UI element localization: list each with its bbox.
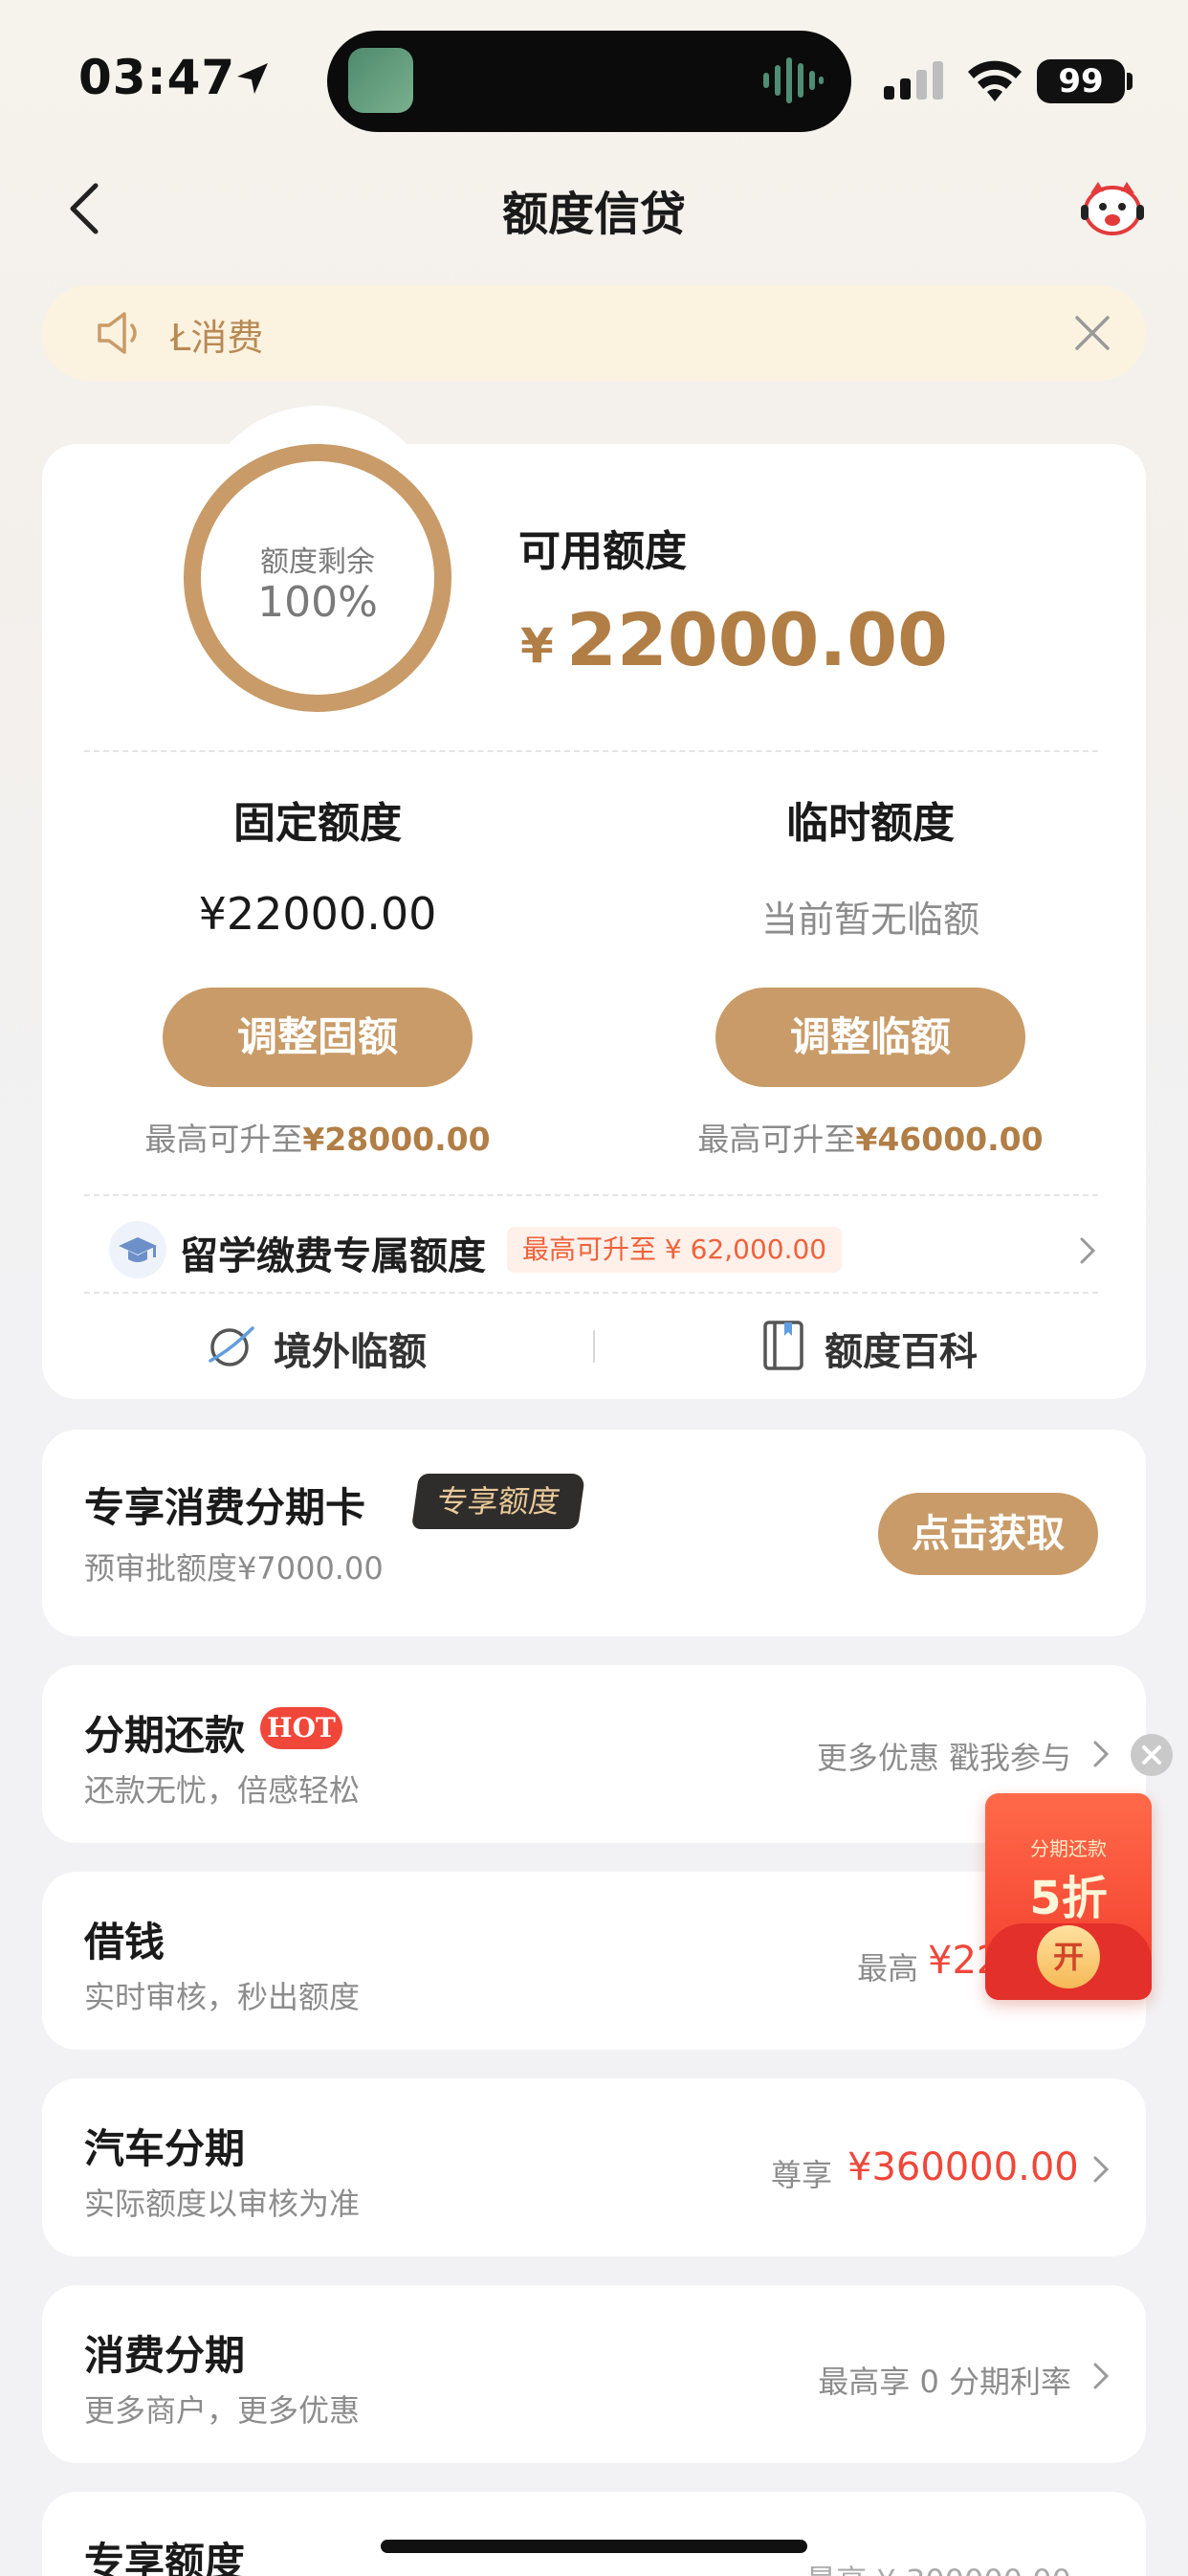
service-title: 分期还款 — [84, 1712, 246, 1759]
chevron-right-icon[interactable] — [1090, 2153, 1111, 2186]
study-credit-badge: 最高可升至 ¥ 62,000.00 — [507, 1227, 843, 1273]
notice-text: Ł消费 — [170, 317, 264, 359]
close-icon[interactable] — [1073, 314, 1111, 352]
ring-value: 100% — [257, 578, 378, 627]
chevron-right-icon[interactable] — [1077, 1234, 1098, 1267]
promo-main-text: 5折 — [1029, 1872, 1108, 1925]
service-sub: 更多商户，更多优惠 — [84, 2392, 361, 2429]
service-right-text: 尊享 — [770, 2157, 832, 2193]
service-title: 消费分期 — [84, 2332, 246, 2379]
chevron-right-icon[interactable] — [1090, 1738, 1111, 1770]
divider — [84, 1194, 1098, 1196]
adjust-temp-button[interactable]: 调整临额 — [715, 988, 1025, 1087]
page-title: 额度信贷 — [501, 188, 686, 241]
promo-close-button[interactable] — [1131, 1734, 1173, 1776]
chevron-right-icon[interactable] — [1090, 2360, 1111, 2392]
service-sub: 还款无忧，倍感轻松 — [84, 1772, 361, 1809]
wifi-icon — [968, 60, 1022, 101]
service-right-amount: ¥360000.00 — [847, 2145, 1079, 2189]
audio-wave-icon — [763, 57, 824, 103]
adjust-fixed-button[interactable]: 调整固额 — [163, 988, 473, 1087]
credit-wiki-link[interactable]: 额度百科 — [825, 1321, 978, 1376]
divider — [84, 750, 1098, 752]
available-credit-amount: 22000.00 — [566, 597, 949, 682]
graduation-cap-icon — [109, 1221, 166, 1278]
mascot-service-icon[interactable] — [1079, 178, 1146, 237]
temp-credit-value: 当前暂无临额 — [760, 899, 979, 941]
speaker-icon — [98, 312, 137, 354]
fixed-credit-title: 固定额度 — [233, 799, 402, 848]
battery-level: 99 — [1037, 59, 1125, 103]
planet-icon[interactable] — [205, 1321, 258, 1372]
fixed-credit-value: ¥22000.00 — [198, 888, 437, 940]
temp-limit-note: 最高可升至¥46000.00 — [697, 1121, 1044, 1158]
service-title: 汽车分期 — [84, 2125, 246, 2172]
get-card-button[interactable]: 点击获取 — [878, 1493, 1098, 1575]
cellular-signal-icon — [884, 61, 943, 100]
temp-credit-title: 临时额度 — [786, 799, 955, 848]
book-icon[interactable] — [759, 1319, 807, 1372]
service-right-text: 最高 ¥ 300000.00 — [727, 2557, 1071, 2576]
location-arrow-icon — [237, 63, 268, 94]
exclusive-card-title: 专享消费分期卡 — [84, 1484, 366, 1531]
available-credit-currency: ¥ — [520, 618, 554, 674]
hot-badge: HOT — [260, 1707, 342, 1749]
promo-top-text: 分期还款 — [1030, 1837, 1107, 1860]
service-right-text: 更多优惠 戳我参与 — [816, 1740, 1071, 1776]
service-sub: 实际额度以审核为准 — [84, 2186, 361, 2222]
exclusive-credit-badge: 专享额度 — [410, 1474, 586, 1529]
fixed-limit-note: 最高可升至¥28000.00 — [144, 1121, 491, 1158]
service-right-text: 最高享 0 分期利率 — [818, 2364, 1071, 2400]
exclusive-card-sub: 预审批额度¥7000.00 — [84, 1550, 384, 1587]
battery-cap — [1127, 73, 1133, 90]
service-title: 专享额度 — [84, 2539, 246, 2576]
divider — [593, 1330, 595, 1363]
overseas-temp-credit-link[interactable]: 境外临额 — [274, 1321, 427, 1376]
home-indicator[interactable] — [381, 2540, 807, 2553]
available-credit-label: 可用额度 — [518, 527, 687, 576]
promo-open-button[interactable]: 开 — [1037, 1925, 1100, 1988]
study-credit-label[interactable]: 留学缴费专属额度 — [180, 1225, 486, 1280]
service-title: 借钱 — [84, 1919, 165, 1965]
service-right-text: 最高 — [856, 1950, 918, 1987]
ring-label: 额度剩余 — [260, 545, 375, 579]
service-sub: 实时审核，秒出额度 — [84, 1979, 361, 2015]
divider — [84, 1292, 1098, 1294]
island-app-icon — [348, 48, 413, 113]
status-time: 03:47 — [78, 50, 236, 105]
